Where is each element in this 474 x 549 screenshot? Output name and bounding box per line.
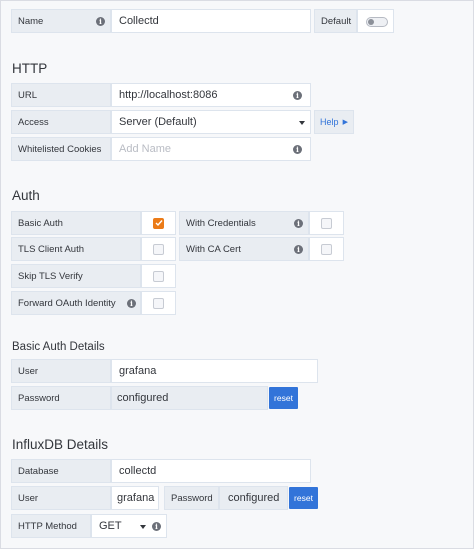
- with-credentials-checkbox-cell[interactable]: [309, 211, 344, 235]
- default-toggle-cell[interactable]: [357, 9, 394, 33]
- skip-tls-verify-checkbox-cell[interactable]: [141, 264, 176, 288]
- url-label: URL: [11, 83, 111, 107]
- info-icon[interactable]: i: [294, 219, 303, 228]
- basic-auth-checkbox-cell[interactable]: [141, 211, 176, 235]
- influxdb-details-title: InfluxDB Details: [12, 437, 109, 452]
- info-icon[interactable]: i: [127, 299, 136, 308]
- basic-auth-checkbox[interactable]: [153, 217, 164, 229]
- info-icon[interactable]: i: [96, 17, 105, 26]
- info-icon[interactable]: i: [293, 145, 302, 154]
- tls-client-auth-label: TLS Client Auth: [11, 237, 141, 261]
- with-ca-cert-checkbox[interactable]: [321, 243, 332, 255]
- with-ca-cert-label: With CA Cert: [179, 237, 309, 261]
- basic-password-value: configured: [111, 386, 268, 410]
- name-input[interactable]: Collectd: [111, 9, 311, 33]
- info-icon[interactable]: i: [294, 245, 303, 254]
- basic-user-label: User: [11, 359, 111, 383]
- url-input[interactable]: http://localhost:8086: [111, 83, 311, 107]
- datasource-settings-form: Name i Collectd Default HTTP URL http://…: [0, 0, 474, 549]
- basic-password-reset-button[interactable]: reset: [269, 387, 298, 409]
- chevron-down-icon: [299, 121, 305, 125]
- http-section-title: HTTP: [12, 61, 48, 76]
- forward-oauth-checkbox[interactable]: [153, 297, 164, 309]
- basic-auth-label: Basic Auth: [11, 211, 141, 235]
- chevron-right-icon: ▶: [342, 119, 348, 126]
- influx-password-label: Password: [164, 486, 219, 510]
- basic-password-label: Password: [11, 386, 111, 410]
- forward-oauth-label: Forward OAuth Identity: [11, 291, 141, 315]
- database-label: Database: [11, 459, 111, 483]
- whitelisted-cookies-label: Whitelisted Cookies: [11, 137, 111, 161]
- toggle-knob: [368, 19, 374, 25]
- with-credentials-checkbox[interactable]: [321, 217, 332, 229]
- skip-tls-verify-checkbox[interactable]: [153, 270, 164, 282]
- with-credentials-label: With Credentials: [179, 211, 309, 235]
- check-icon: [155, 220, 163, 227]
- with-ca-cert-checkbox-cell[interactable]: [309, 237, 344, 261]
- basic-user-input[interactable]: grafana: [111, 359, 318, 383]
- info-icon[interactable]: i: [152, 522, 161, 531]
- influx-password-value: configured: [219, 486, 288, 510]
- skip-tls-verify-label: Skip TLS Verify: [11, 264, 141, 288]
- database-input[interactable]: collectd: [111, 459, 311, 483]
- chevron-down-icon: [140, 525, 146, 529]
- forward-oauth-checkbox-cell[interactable]: [141, 291, 176, 315]
- auth-section-title: Auth: [12, 188, 40, 203]
- basic-auth-details-title: Basic Auth Details: [12, 341, 105, 353]
- cookies-input[interactable]: Add Name: [111, 137, 311, 161]
- help-button[interactable]: Help ▶: [314, 110, 354, 134]
- influx-user-input[interactable]: grafana: [111, 486, 159, 510]
- influx-password-reset-button[interactable]: reset: [289, 487, 318, 509]
- http-method-label: HTTP Method: [11, 514, 91, 538]
- tls-client-auth-checkbox-cell[interactable]: [141, 237, 176, 261]
- tls-client-auth-checkbox[interactable]: [153, 243, 164, 255]
- influx-user-label: User: [11, 486, 111, 510]
- access-select[interactable]: Server (Default): [111, 110, 311, 134]
- default-label: Default: [314, 9, 357, 33]
- access-label: Access: [11, 110, 111, 134]
- default-toggle[interactable]: [366, 17, 388, 27]
- info-icon[interactable]: i: [293, 91, 302, 100]
